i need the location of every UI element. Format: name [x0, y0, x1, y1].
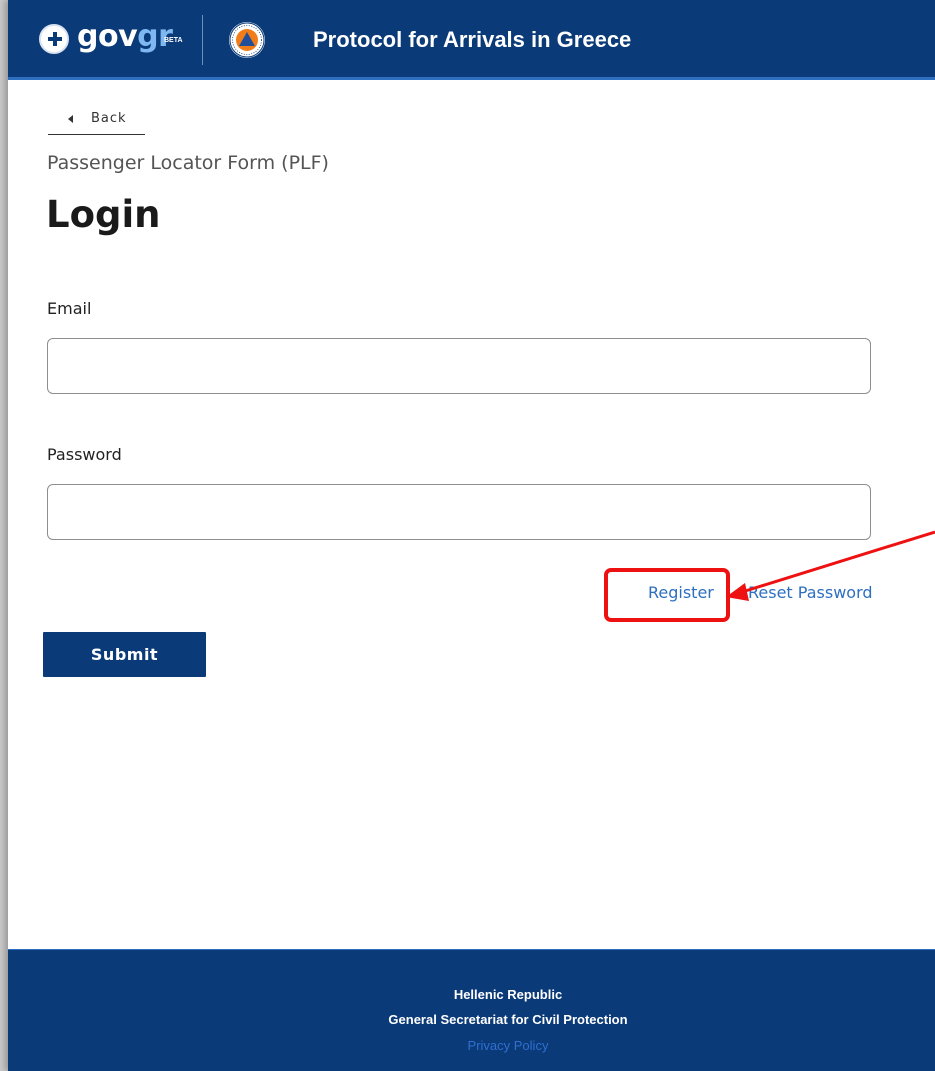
arrow-head-icon [726, 583, 749, 601]
annotation-arrow [726, 530, 935, 601]
arrow-shaft [741, 530, 935, 594]
